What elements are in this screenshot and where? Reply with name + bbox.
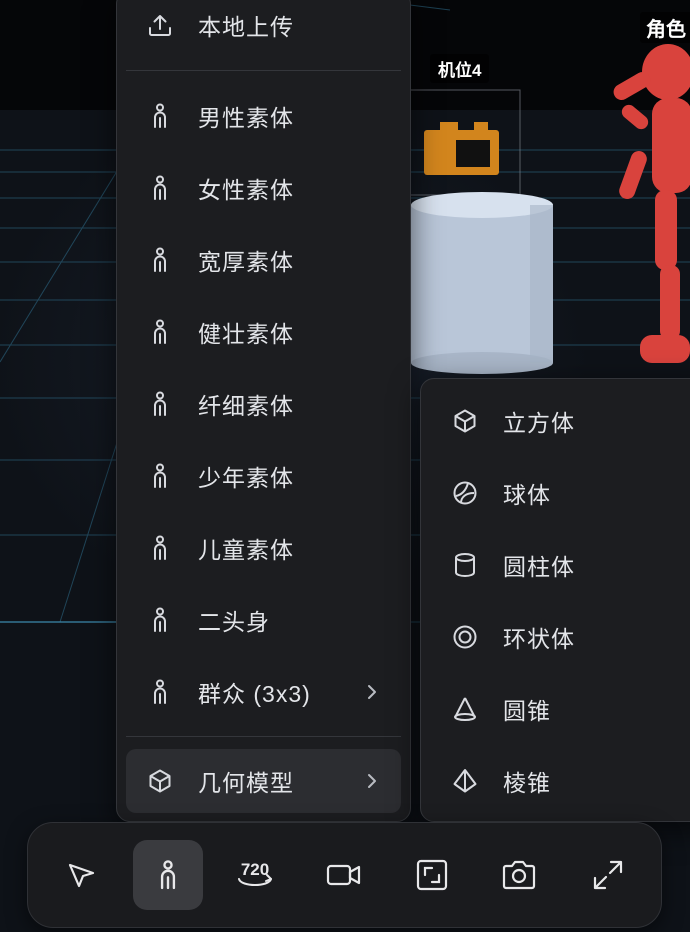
menu-item-label: 男性素体 (198, 105, 294, 131)
submenu-item-cone[interactable]: 圆锥 (431, 677, 690, 741)
submenu-item-pyramid[interactable]: 棱锥 (431, 749, 690, 813)
cube-icon (146, 767, 174, 795)
add-character-button[interactable] (133, 840, 203, 910)
video-camera-button[interactable] (309, 840, 379, 910)
menu-item-label: 少年素体 (198, 465, 294, 491)
menu-item-female-body[interactable]: 女性素体 (126, 156, 401, 220)
pyramid-icon (451, 767, 479, 795)
person-icon (146, 534, 174, 562)
rotate-720-icon: 720 (238, 860, 272, 886)
fullscreen-button[interactable] (573, 840, 643, 910)
menu-item-label: 女性素体 (198, 177, 294, 203)
add-object-menu: 本地上传 男性素体 女性素体 宽厚素体 健壮素体 纤细素体 少年素体 儿童素体 … (116, 0, 411, 822)
screenshot-button[interactable] (484, 840, 554, 910)
submenu-item-label: 圆柱体 (503, 554, 575, 580)
menu-item-label: 健壮素体 (198, 321, 294, 347)
sphere-icon (451, 479, 479, 507)
menu-item-geometry[interactable]: 几何模型 (126, 749, 401, 813)
chevron-right-icon (368, 774, 376, 788)
menu-item-teen-body[interactable]: 少年素体 (126, 444, 401, 508)
submenu-item-torus[interactable]: 环状体 (431, 605, 690, 669)
menu-divider (126, 736, 401, 737)
submenu-item-label: 圆锥 (503, 698, 551, 724)
camera-label: 机位4 (430, 54, 490, 83)
rotate-720-button[interactable]: 720 (220, 840, 290, 910)
select-tool-button[interactable] (46, 840, 116, 910)
person-icon (146, 390, 174, 418)
pointer-icon (68, 863, 95, 888)
person-icon (146, 678, 174, 706)
menu-item-broad-body[interactable]: 宽厚素体 (126, 228, 401, 292)
submenu-item-label: 棱锥 (503, 770, 551, 796)
upload-icon (146, 11, 174, 39)
submenu-item-sphere[interactable]: 球体 (431, 461, 690, 525)
menu-item-crowd[interactable]: 群众 (3x3) (126, 660, 401, 724)
frame-icon (416, 859, 448, 891)
person-icon (160, 860, 176, 890)
chevron-right-icon (368, 685, 376, 699)
menu-item-label: 几何模型 (198, 770, 294, 796)
expand-icon (593, 860, 623, 890)
submenu-item-label: 立方体 (503, 410, 575, 436)
menu-item-chibi-body[interactable]: 二头身 (126, 588, 401, 652)
torus-icon (451, 623, 479, 651)
person-icon (146, 102, 174, 130)
menu-item-label: 宽厚素体 (198, 249, 294, 275)
person-icon (146, 174, 174, 202)
menu-item-label: 二头身 (198, 609, 270, 635)
menu-item-label: 本地上传 (198, 14, 294, 40)
menu-item-label: 儿童素体 (198, 537, 294, 563)
character-label: 角色 (640, 12, 690, 43)
person-icon (146, 246, 174, 274)
person-icon (146, 462, 174, 490)
menu-item-male-body[interactable]: 男性素体 (126, 84, 401, 148)
menu-item-slim-body[interactable]: 纤细素体 (126, 372, 401, 436)
menu-item-label: 纤细素体 (198, 393, 294, 419)
cylinder-icon (451, 551, 479, 579)
submenu-item-cube[interactable]: 立方体 (431, 389, 690, 453)
submenu-item-label: 环状体 (503, 626, 575, 652)
cone-icon (451, 695, 479, 723)
menu-item-label: 群众 (3x3) (198, 681, 311, 707)
frame-button[interactable] (397, 840, 467, 910)
person-icon (146, 606, 174, 634)
cylinder-object (410, 192, 553, 374)
person-icon (146, 318, 174, 346)
geometry-submenu: 立方体 球体 圆柱体 环状体 圆锥 棱锥 (420, 378, 690, 822)
submenu-item-cylinder[interactable]: 圆柱体 (431, 533, 690, 597)
submenu-item-label: 球体 (503, 482, 551, 508)
camera-icon (502, 860, 536, 890)
camera-object (424, 122, 499, 175)
menu-divider (126, 70, 401, 71)
rotate-720-label: 720 (241, 860, 269, 879)
video-camera-icon (326, 864, 361, 886)
menu-item-muscular-body[interactable]: 健壮素体 (126, 300, 401, 364)
bottom-toolbar: 720 (27, 822, 662, 928)
menu-item-child-body[interactable]: 儿童素体 (126, 516, 401, 580)
cube-icon (451, 407, 479, 435)
character-mannequin (613, 44, 690, 363)
menu-item-upload[interactable]: 本地上传 (126, 0, 401, 57)
